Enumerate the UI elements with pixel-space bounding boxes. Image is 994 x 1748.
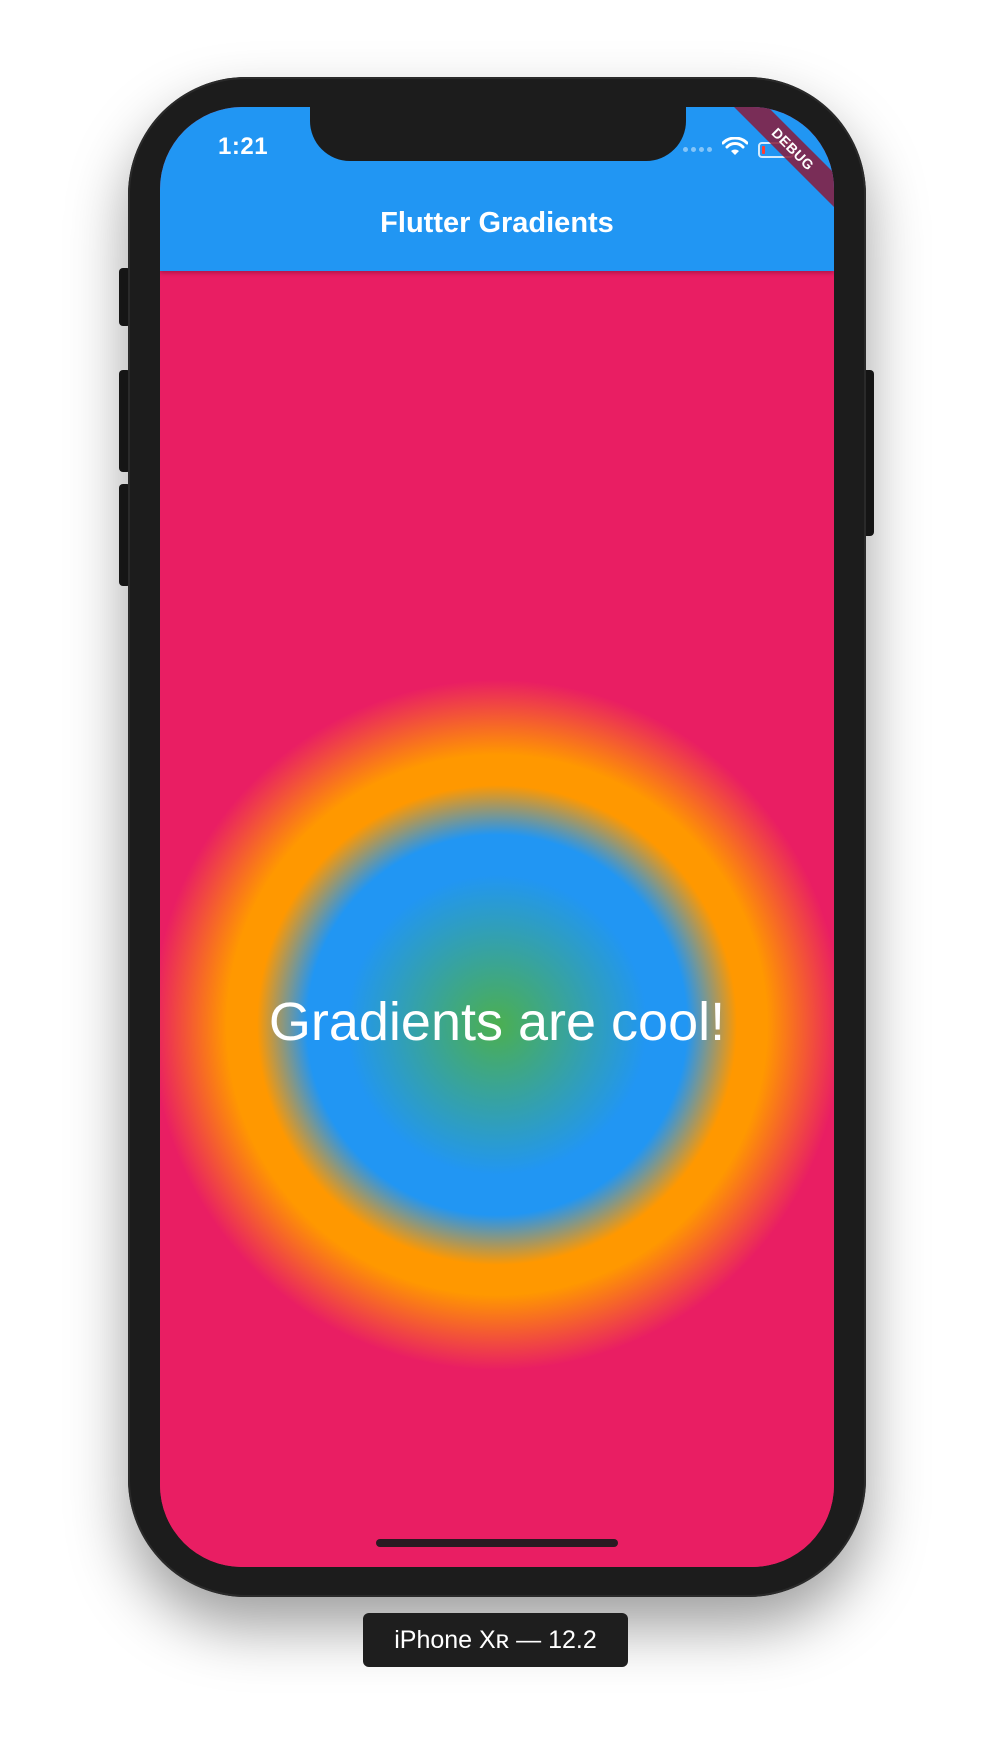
gradient-body: Gradients are cool!: [160, 271, 834, 1567]
device-label: iPhone Xʀ — 12.2: [363, 1613, 628, 1667]
device-screen: 1:21 Flutter Gradients DEBUG Gradients a…: [160, 107, 834, 1567]
signal-icon: [683, 147, 712, 152]
status-time: 1:21: [218, 133, 269, 160]
center-text: Gradients are cool!: [268, 992, 726, 1052]
wifi-icon: [721, 136, 749, 162]
app-bar-title: Flutter Gradients: [380, 207, 614, 239]
simulator-stage: 1:21 Flutter Gradients DEBUG Gradients a…: [0, 0, 994, 1748]
notch: [310, 107, 686, 161]
home-indicator[interactable]: [376, 1539, 618, 1547]
